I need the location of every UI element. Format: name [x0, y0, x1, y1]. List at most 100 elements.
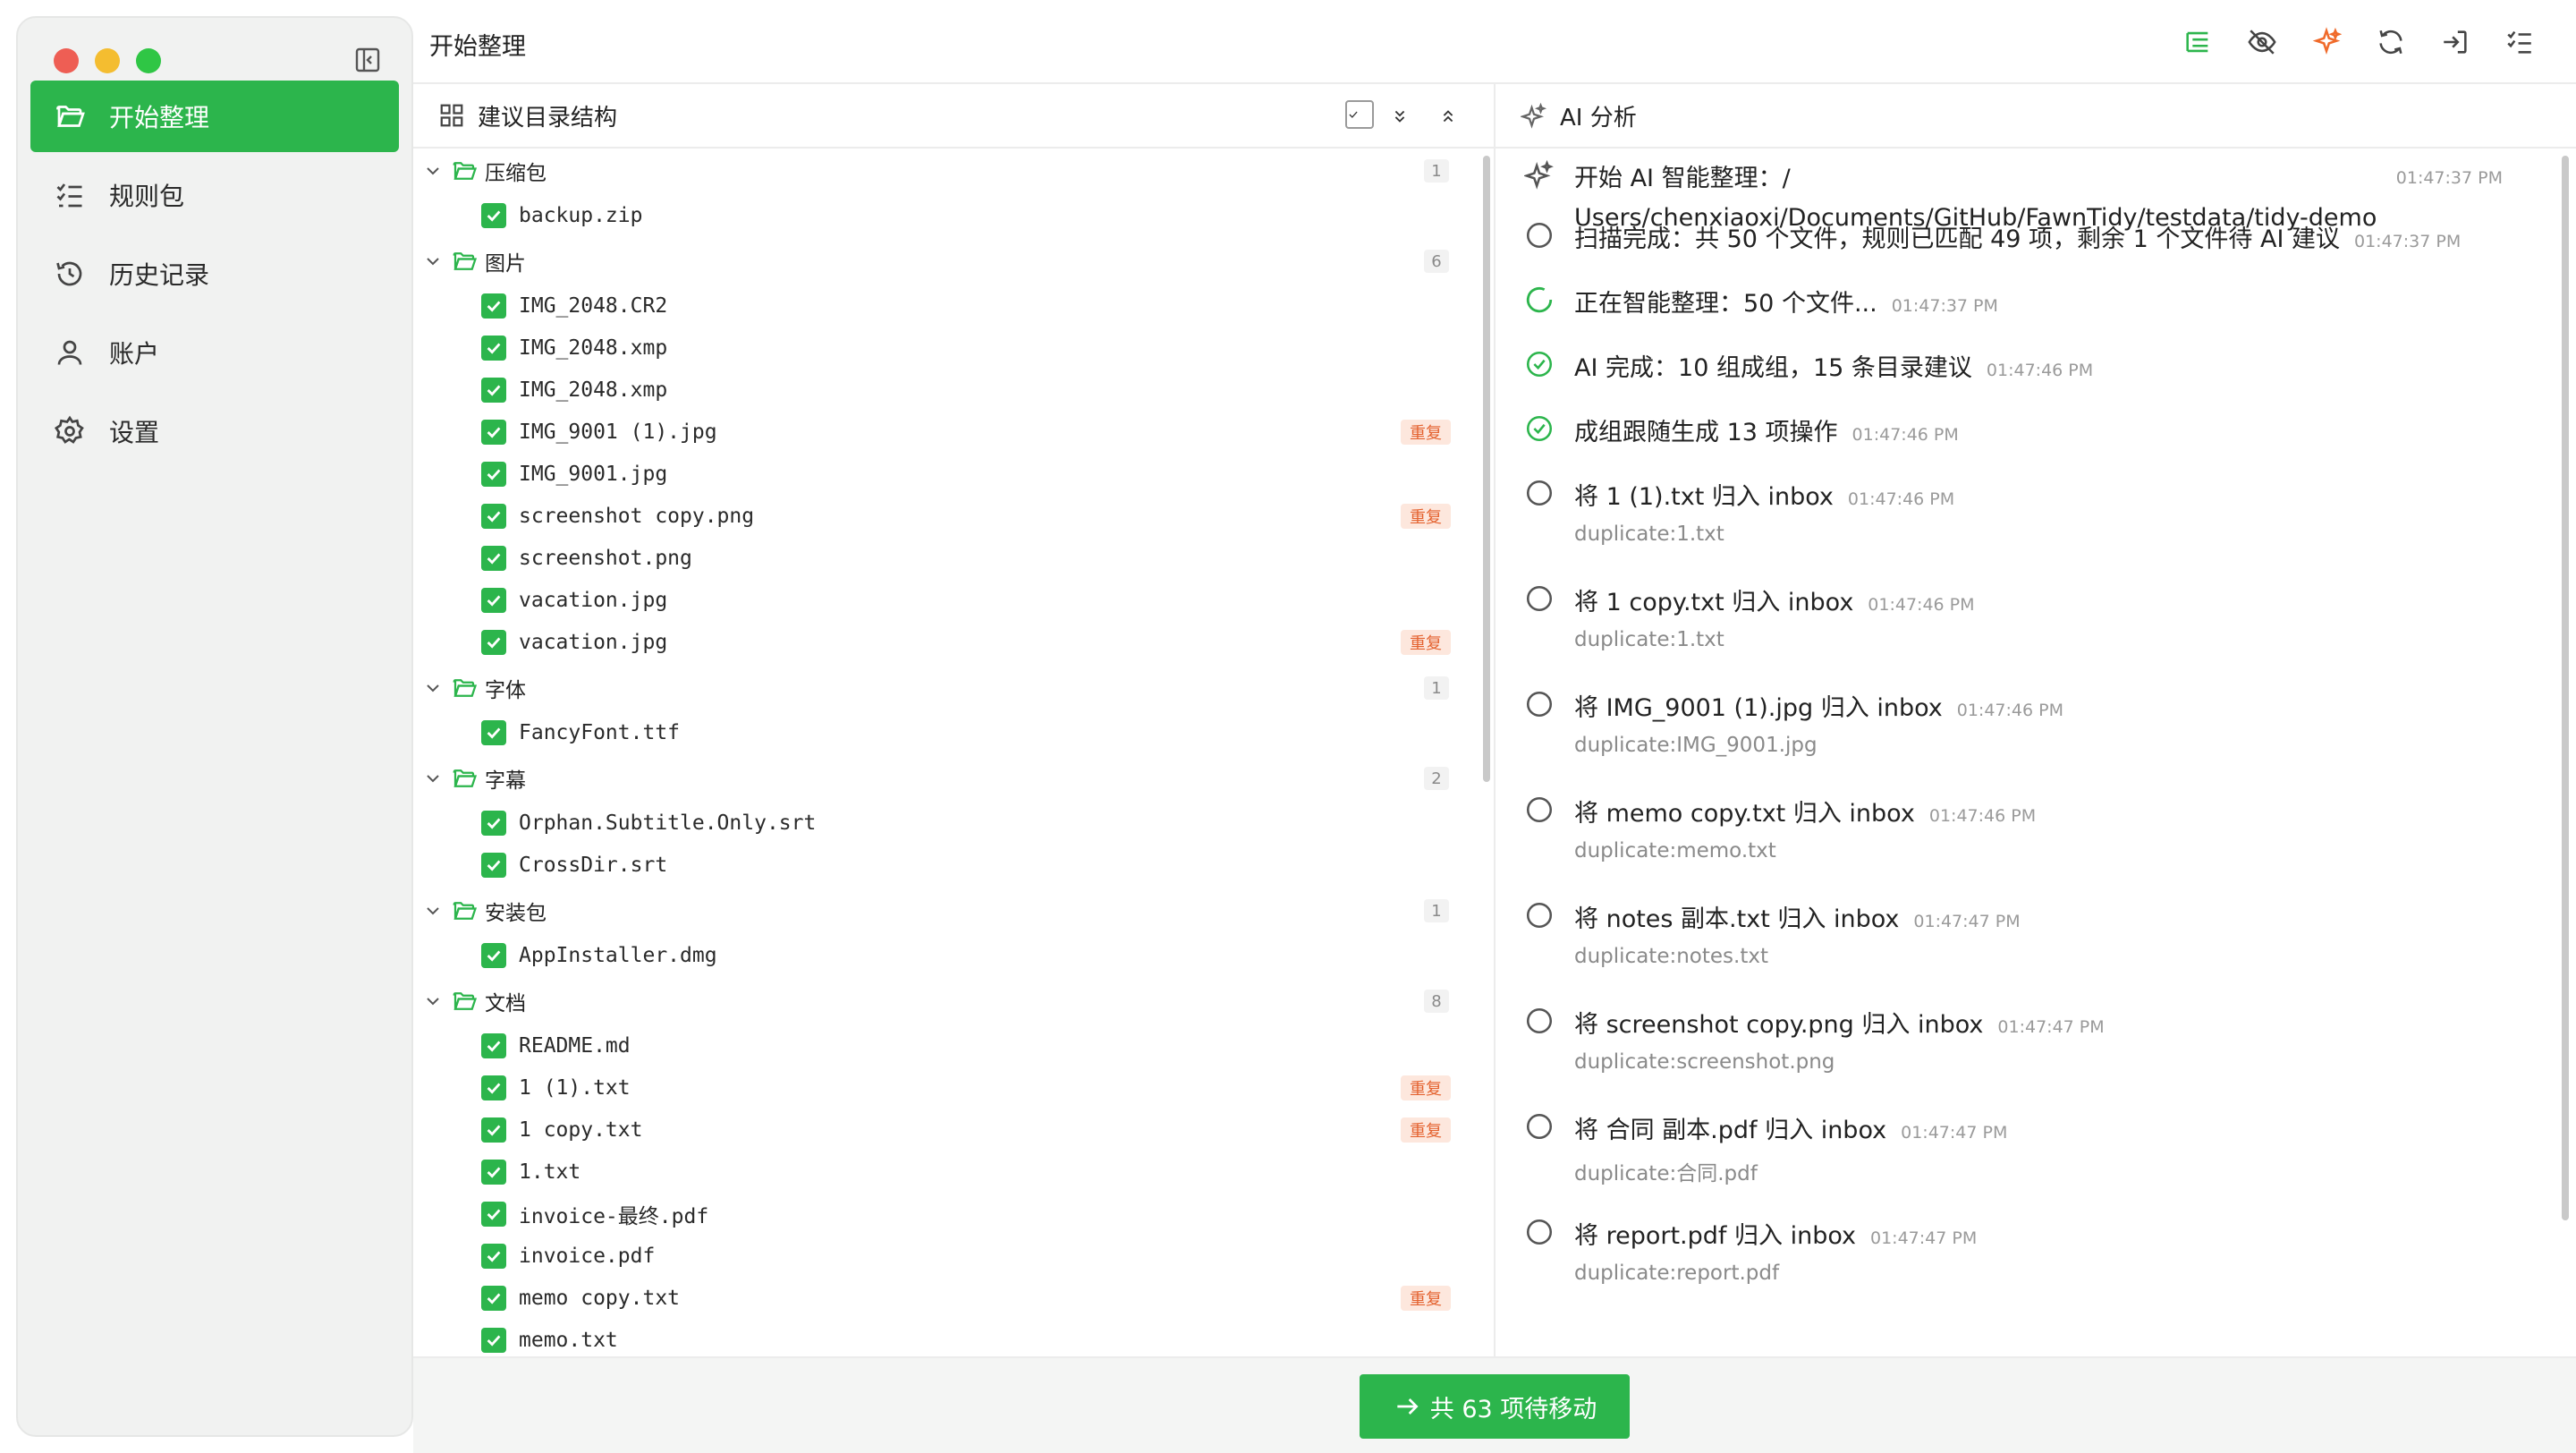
- check-circle-icon: [1524, 413, 1555, 444]
- file-row[interactable]: README.md: [413, 1025, 1460, 1066]
- folder-row[interactable]: 安装包 1: [413, 890, 1460, 931]
- sidebar-item-rules[interactable]: 规则包: [30, 159, 399, 231]
- file-name: vacation.jpg: [519, 589, 668, 612]
- file-row[interactable]: IMG_2048.CR2: [413, 285, 1460, 327]
- ai-sparkle-icon: [2312, 27, 2342, 55]
- file-checkbox[interactable]: [481, 462, 506, 487]
- chevron-down-icon[interactable]: [422, 768, 444, 789]
- file-row[interactable]: Orphan.Subtitle.Only.srt: [413, 803, 1460, 844]
- import-button[interactable]: [2436, 23, 2474, 61]
- sidebar-item-account[interactable]: 账户: [30, 317, 399, 388]
- file-checkbox[interactable]: [481, 1117, 506, 1143]
- chevron-down-icon[interactable]: [422, 251, 444, 272]
- file-checkbox[interactable]: [481, 1286, 506, 1311]
- ai-organize-button[interactable]: [2308, 23, 2345, 61]
- file-row[interactable]: AppInstaller.dmg: [413, 935, 1460, 976]
- folder-icon: [451, 675, 478, 701]
- file-checkbox[interactable]: [481, 630, 506, 655]
- chevron-down-icon[interactable]: [422, 900, 444, 922]
- file-row[interactable]: memo copy.txt 重复: [413, 1278, 1460, 1319]
- file-checkbox[interactable]: [481, 720, 506, 745]
- file-checkbox[interactable]: [481, 504, 506, 529]
- file-row[interactable]: invoice-最终.pdf: [413, 1194, 1460, 1235]
- file-checkbox[interactable]: [481, 1075, 506, 1100]
- folder-row[interactable]: 文档 8: [413, 981, 1460, 1022]
- move-files-button[interactable]: 共 63 项待移动: [1360, 1374, 1630, 1439]
- log-text: 将 report.pdf 归入 inbox: [1574, 1222, 1856, 1250]
- folder-label: 文档: [485, 992, 526, 1015]
- file-row[interactable]: invoice.pdf: [413, 1236, 1460, 1277]
- maximize-window-button[interactable]: [136, 48, 161, 73]
- file-checkbox[interactable]: [481, 293, 506, 319]
- file-row[interactable]: IMG_9001 (1).jpg 重复: [413, 412, 1460, 453]
- file-checkbox[interactable]: [481, 1160, 506, 1185]
- collapse-sidebar-icon[interactable]: [352, 45, 383, 75]
- file-checkbox[interactable]: [481, 546, 506, 571]
- file-checkbox[interactable]: [481, 588, 506, 613]
- file-row[interactable]: screenshot copy.png 重复: [413, 496, 1460, 537]
- scrollbar[interactable]: [1483, 156, 1490, 782]
- sidebar-item-settings[interactable]: 设置: [30, 395, 399, 467]
- folder-icon: [451, 897, 478, 924]
- chevron-down-icon[interactable]: [422, 990, 444, 1012]
- log-line: 将 IMG_9001 (1).jpg 归入 inbox 01:47:46 PM: [1574, 689, 2063, 730]
- close-window-button[interactable]: [54, 48, 79, 73]
- log-text: 将 notes 副本.txt 归入 inbox: [1574, 905, 1900, 933]
- file-row[interactable]: 1 (1).txt 重复: [413, 1067, 1460, 1109]
- minimize-window-button[interactable]: [95, 48, 120, 73]
- file-row[interactable]: vacation.jpg: [413, 580, 1460, 621]
- file-checkbox[interactable]: [481, 811, 506, 836]
- file-row[interactable]: IMG_9001.jpg: [413, 454, 1460, 495]
- file-checkbox[interactable]: [481, 203, 506, 228]
- file-checkbox[interactable]: [481, 1328, 506, 1353]
- log-subtext: duplicate:1.txt: [1574, 523, 1724, 546]
- folder-row[interactable]: 图片 6: [413, 241, 1460, 282]
- file-row[interactable]: IMG_2048.xmp: [413, 370, 1460, 411]
- log-text: 将 memo copy.txt 归入 inbox: [1574, 800, 1915, 828]
- file-row[interactable]: 1 copy.txt 重复: [413, 1109, 1460, 1151]
- collapse-all-button[interactable]: [1438, 100, 1470, 132]
- pending-circle-icon: [1524, 900, 1555, 930]
- file-checkbox[interactable]: [481, 1244, 506, 1269]
- folder-row[interactable]: 压缩包 1: [413, 150, 1460, 191]
- tree-view-button[interactable]: [2179, 23, 2216, 61]
- file-row[interactable]: screenshot.png: [413, 538, 1460, 579]
- pending-circle-icon: [1524, 1006, 1555, 1036]
- file-name: vacation.jpg: [519, 631, 668, 654]
- file-checkbox[interactable]: [481, 420, 506, 445]
- duplicate-badge: 重复: [1401, 420, 1451, 445]
- checklist-icon: [2507, 30, 2531, 54]
- scrollbar[interactable]: [2562, 156, 2569, 1220]
- file-row[interactable]: vacation.jpg 重复: [413, 622, 1460, 663]
- window-controls: [54, 48, 161, 73]
- file-checkbox[interactable]: [481, 1033, 506, 1058]
- chevron-down-icon[interactable]: [422, 160, 444, 182]
- file-checkbox[interactable]: [481, 943, 506, 968]
- file-count-badge: 2: [1424, 767, 1449, 790]
- file-row[interactable]: memo.txt: [413, 1320, 1460, 1356]
- select-all-checkbox[interactable]: [1345, 100, 1374, 129]
- file-checkbox[interactable]: [481, 378, 506, 403]
- task-list-button[interactable]: [2501, 23, 2538, 61]
- expand-all-button[interactable]: [1390, 100, 1422, 132]
- folder-row[interactable]: 字体 1: [413, 667, 1460, 709]
- file-name: backup.zip: [519, 204, 643, 227]
- file-checkbox[interactable]: [481, 1202, 506, 1227]
- log-text: 成组跟随生成 13 项操作: [1574, 419, 1838, 446]
- folder-row[interactable]: 字幕 2: [413, 758, 1460, 799]
- file-row[interactable]: FancyFont.ttf: [413, 712, 1460, 753]
- chevron-down-icon[interactable]: [422, 677, 444, 699]
- hide-button[interactable]: [2243, 23, 2281, 61]
- file-checkbox[interactable]: [481, 336, 506, 361]
- file-checkbox[interactable]: [481, 853, 506, 878]
- file-row[interactable]: 1.txt: [413, 1151, 1460, 1193]
- file-row[interactable]: backup.zip: [413, 195, 1460, 236]
- file-row[interactable]: IMG_2048.xmp: [413, 327, 1460, 369]
- sidebar-item-history[interactable]: 历史记录: [30, 238, 399, 310]
- sidebar-item-start[interactable]: 开始整理: [30, 81, 399, 152]
- file-name: IMG_9001.jpg: [519, 463, 668, 486]
- file-name: AppInstaller.dmg: [519, 944, 717, 967]
- sidebar-item-label: 开始整理: [109, 103, 210, 132]
- file-row[interactable]: CrossDir.srt: [413, 845, 1460, 886]
- refresh-button[interactable]: [2372, 23, 2410, 61]
